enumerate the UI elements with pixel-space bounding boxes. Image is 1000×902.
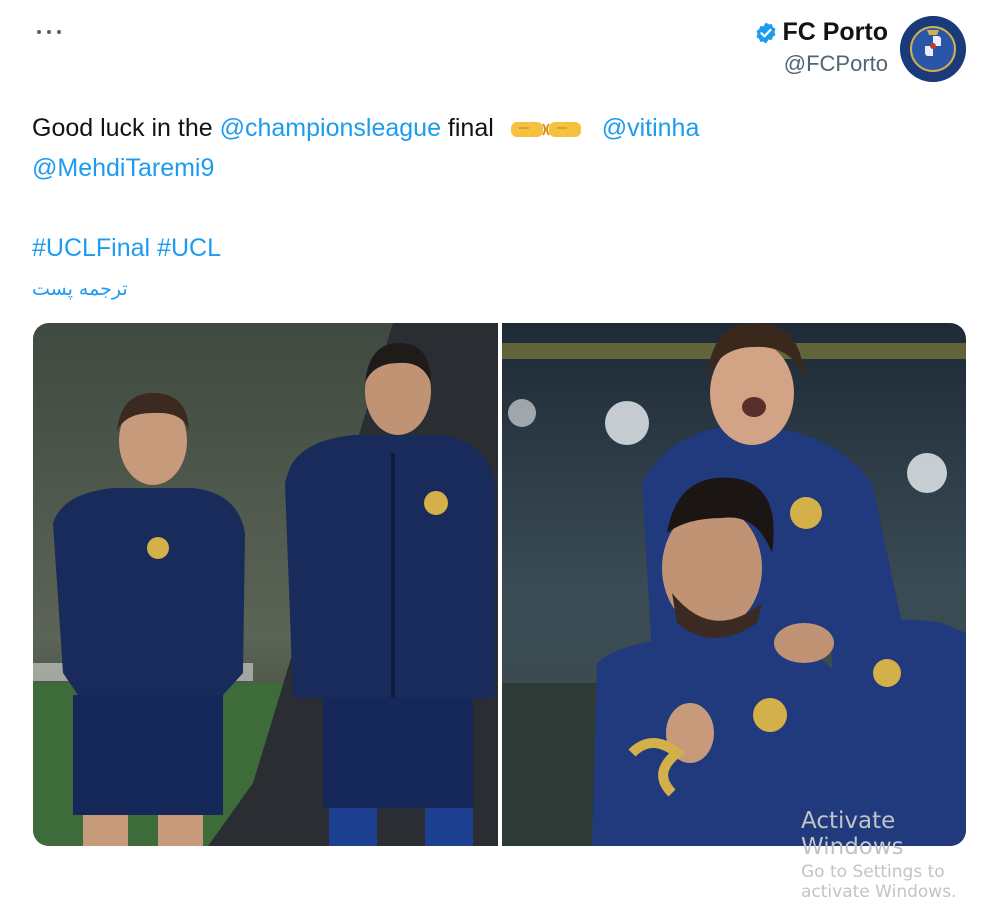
author-display-name[interactable]: FC Porto bbox=[782, 18, 888, 47]
tweet-text-segment: Good luck in the bbox=[32, 114, 220, 142]
tweet-photo-right[interactable] bbox=[502, 323, 966, 846]
tweet-author[interactable]: FC Porto @FCPorto bbox=[754, 18, 888, 77]
mention-mehditaremi9[interactable]: @MehdiTaremi9 bbox=[32, 154, 214, 182]
author-handle[interactable]: @FCPorto bbox=[754, 51, 888, 77]
watermark-title: Activate Windows bbox=[801, 808, 904, 860]
translate-post-link[interactable]: ترجمه پست bbox=[32, 278, 128, 300]
tweet-media bbox=[33, 323, 966, 846]
hashtag-ucl[interactable]: #UCL bbox=[157, 234, 221, 262]
fc-porto-crest-icon bbox=[900, 16, 966, 82]
more-options-icon[interactable] bbox=[34, 22, 64, 42]
verified-badge-icon bbox=[756, 22, 776, 43]
tweet-text-segment: final bbox=[440, 114, 494, 142]
mention-vitinha[interactable]: @vitinha bbox=[602, 114, 700, 142]
tweet-text: Good luck in the @championsleague final … bbox=[32, 108, 932, 268]
watermark-subtitle: Go to Settings to activate Windows. bbox=[801, 862, 957, 902]
tweet-photo-left[interactable] bbox=[33, 323, 498, 846]
avatar[interactable] bbox=[900, 16, 966, 82]
hashtag-uclfinal[interactable]: #UCLFinal bbox=[32, 234, 150, 262]
activate-windows-watermark: Activate Windows Go to Settings to activ… bbox=[801, 808, 1000, 902]
mention-championsleague[interactable]: @championsleague bbox=[220, 114, 441, 142]
fist-bump-emoji-icon bbox=[510, 122, 581, 138]
